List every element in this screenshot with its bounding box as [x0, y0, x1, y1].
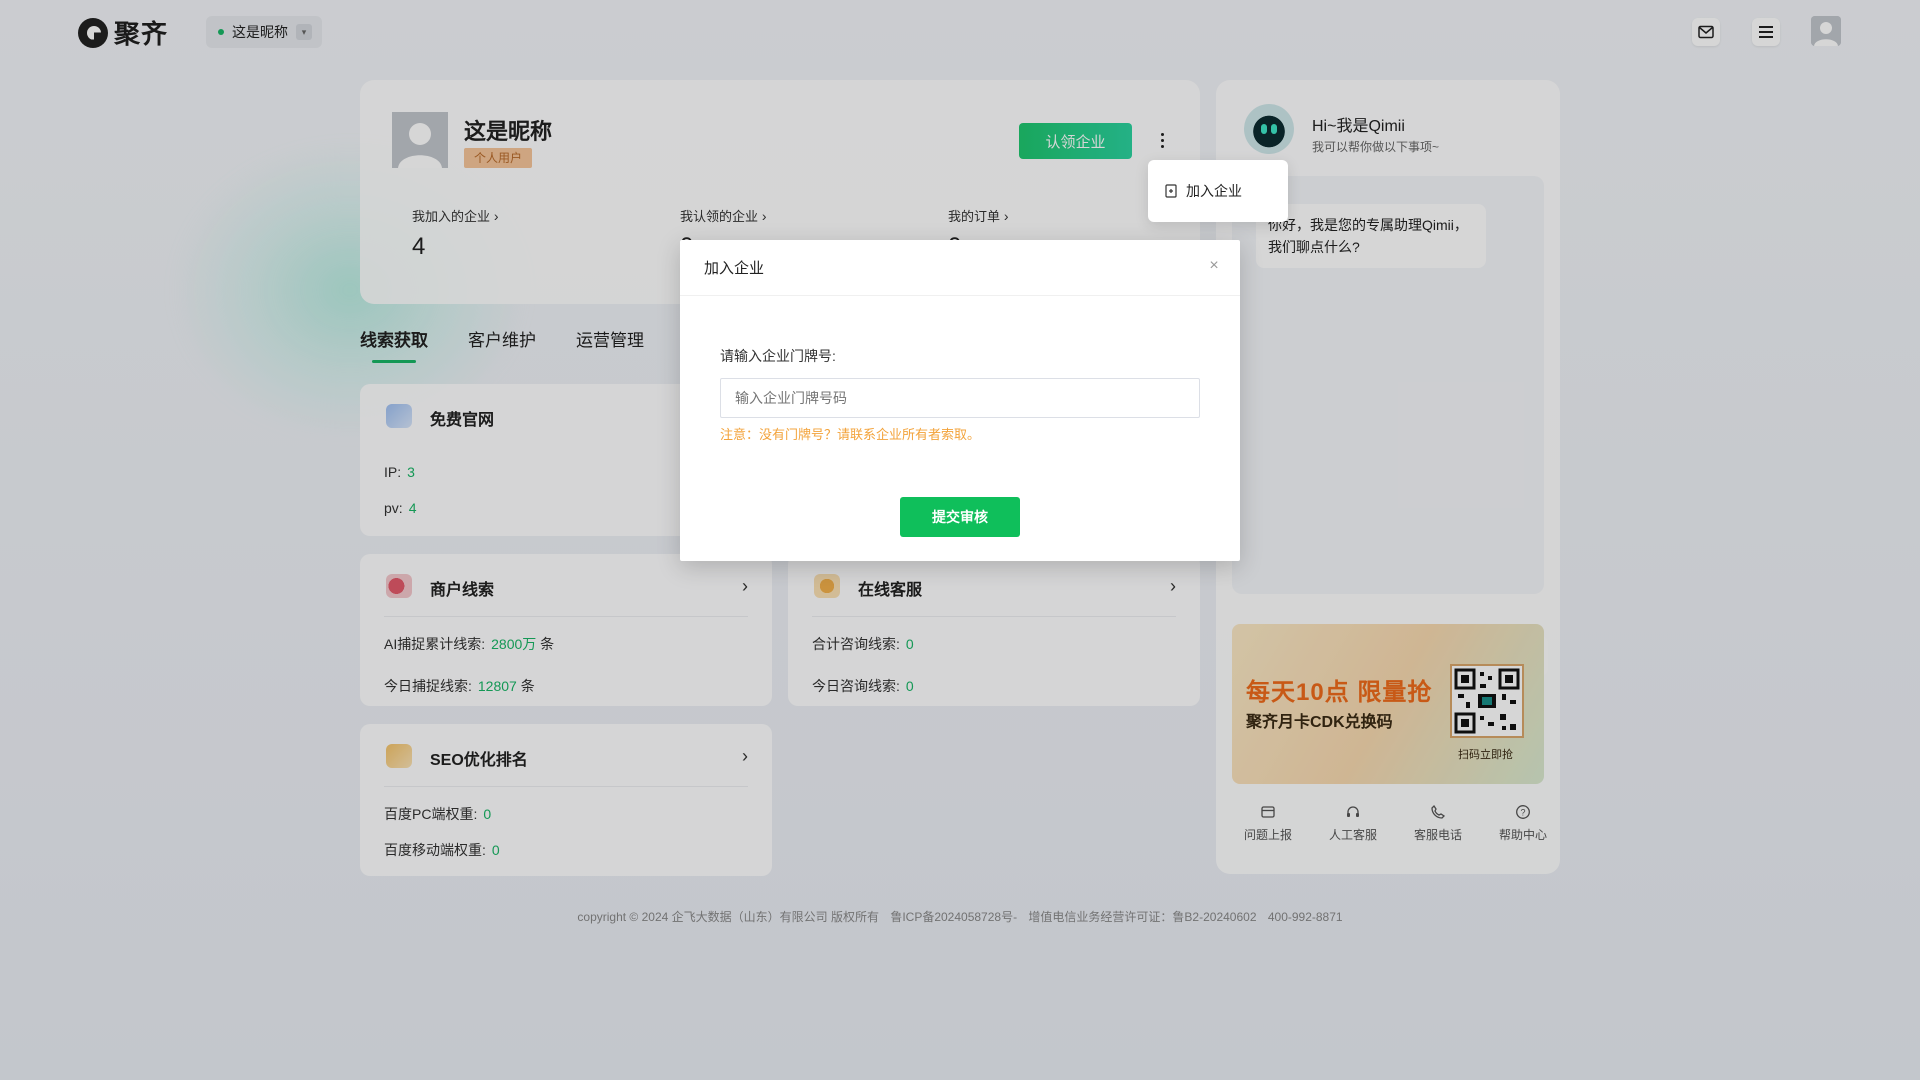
dropdown-item-join-enterprise[interactable]: 加入企业	[1186, 181, 1242, 201]
doorplate-label: 请输入企业门牌号:	[720, 348, 836, 364]
more-options-dropdown: 加入企业	[1148, 160, 1288, 222]
modal-title: 加入企业	[680, 240, 1240, 296]
doorplate-input[interactable]	[720, 378, 1200, 418]
join-enterprise-modal: 加入企业 × 请输入企业门牌号: 注意：没有门牌号？请联系企业所有者索取。 提交…	[680, 240, 1240, 561]
submit-review-button[interactable]: 提交审核	[900, 497, 1020, 537]
close-icon[interactable]: ×	[1206, 258, 1222, 274]
doorplate-note: 注意：没有门牌号？请联系企业所有者索取。	[720, 427, 981, 442]
join-enterprise-icon	[1165, 184, 1177, 198]
